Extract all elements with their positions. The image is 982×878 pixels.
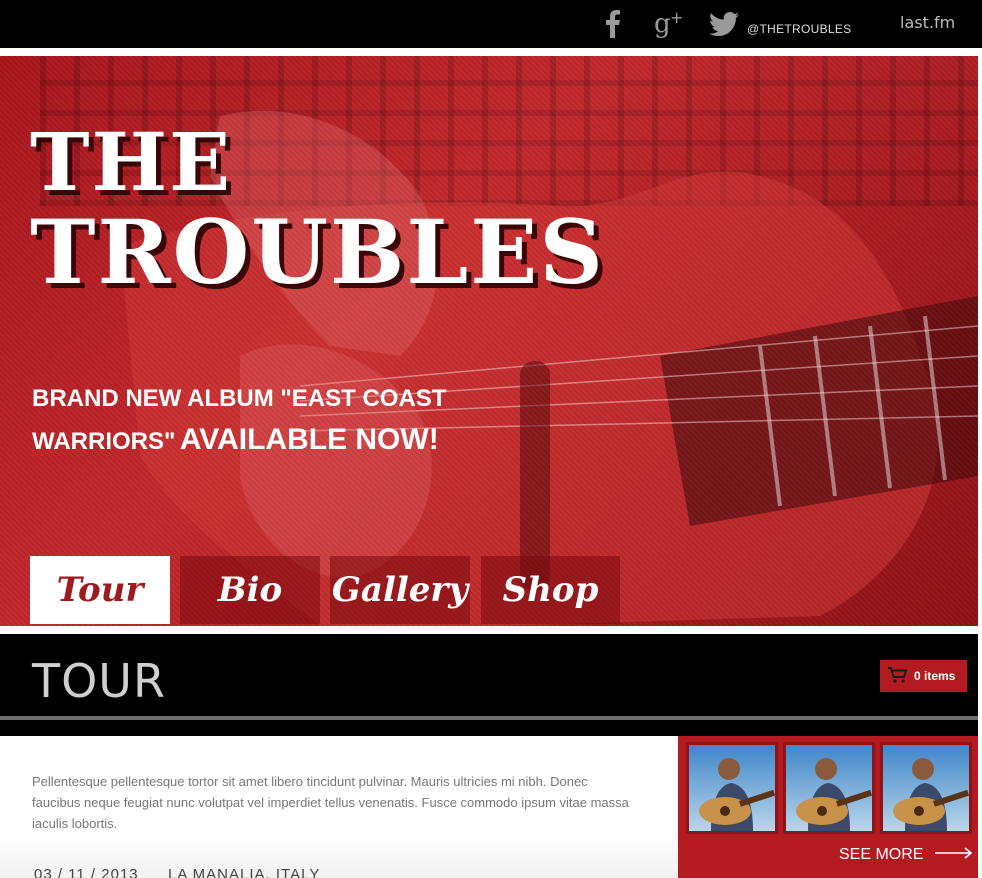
- google-plus-icon[interactable]: g +: [654, 0, 688, 48]
- tour-date: 03 / 11 / 2013: [34, 866, 139, 878]
- tab-tour[interactable]: Tour: [30, 556, 170, 624]
- album-announcement: BRAND NEW ALBUM "EAST COAST WARRIORS" AV…: [32, 381, 446, 462]
- tab-bio[interactable]: Bio: [180, 556, 320, 624]
- gallery-thumbnail[interactable]: [880, 742, 972, 834]
- gallery-thumbnail[interactable]: [783, 742, 875, 834]
- announcement-line2b: AVAILABLE NOW!: [179, 423, 439, 456]
- cart-icon: [888, 666, 908, 686]
- band-name-line1: THE: [30, 115, 233, 209]
- tab-shop[interactable]: Shop: [481, 556, 620, 624]
- tour-description: Pellentesque pellentesque tortor sit ame…: [32, 774, 629, 831]
- band-name: THE TROUBLES: [30, 122, 605, 296]
- twitter-icon[interactable]: [709, 0, 739, 48]
- announcement-line2a: WARRIORS": [32, 428, 176, 455]
- divider: [0, 720, 978, 736]
- svg-text:g: g: [654, 9, 671, 39]
- band-name-line2: TROUBLES: [30, 200, 605, 304]
- tour-location: LA MANALIA, ITALY: [168, 866, 321, 878]
- divider: [0, 48, 982, 56]
- svg-text:+: +: [670, 9, 683, 27]
- page-title: TOUR: [32, 654, 166, 708]
- tab-gallery[interactable]: Gallery: [330, 556, 470, 624]
- announcement-line1: BRAND NEW ALBUM "EAST COAST: [32, 385, 447, 412]
- twitter-handle[interactable]: @THETROUBLES: [747, 22, 851, 36]
- cart-button[interactable]: 0 items: [880, 660, 967, 692]
- arrow-right-icon: [935, 846, 973, 864]
- see-more-link[interactable]: SEE MORE: [839, 846, 973, 864]
- divider: [0, 626, 982, 634]
- facebook-icon[interactable]: [604, 0, 622, 48]
- page-edge: [978, 56, 982, 878]
- gallery-thumbnail[interactable]: [686, 742, 778, 834]
- see-more-label: SEE MORE: [839, 846, 924, 863]
- cart-count: 0 items: [914, 669, 956, 683]
- lastfm-link[interactable]: last.fm: [900, 13, 955, 32]
